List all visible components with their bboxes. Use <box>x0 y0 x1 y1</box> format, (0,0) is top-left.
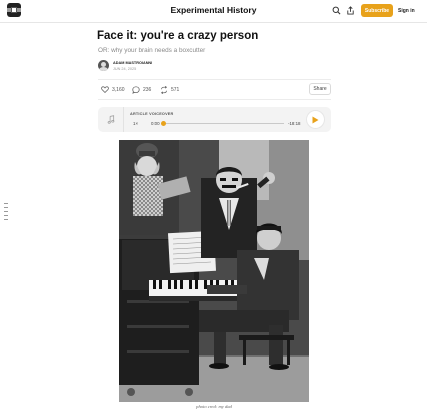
search-icon[interactable] <box>331 5 342 16</box>
restack-icon <box>160 85 168 94</box>
remaining-time: -18:18 <box>288 121 301 126</box>
music-note-icon <box>98 107 124 132</box>
subscribe-button[interactable]: Subscribe <box>361 4 393 17</box>
article-voiceover-player: ARTICLE VOICEOVER 1× 0:00 -18:18 <box>98 107 331 132</box>
outline-toggle-icon[interactable] <box>4 203 8 223</box>
post-title: Face it: you're a crazy person <box>97 30 259 42</box>
current-time: 0:00 <box>151 121 160 126</box>
progress-track[interactable] <box>164 123 284 124</box>
divider <box>98 99 331 100</box>
post-subtitle: OR: why your brain needs a boxcutter <box>98 47 206 54</box>
divider <box>98 79 331 80</box>
comment-count: 236 <box>143 86 152 93</box>
progress-knob[interactable] <box>161 121 166 126</box>
like-button[interactable]: 3,160 <box>101 84 125 95</box>
comment-bubble-icon <box>132 85 140 94</box>
comments-button[interactable]: 236 <box>132 84 151 95</box>
sign-in-link[interactable]: Sign in <box>398 4 415 17</box>
playback-speed-button[interactable]: 1× <box>133 121 138 126</box>
author-avatar[interactable] <box>98 60 109 71</box>
voiceover-label: ARTICLE VOICEOVER <box>130 112 174 116</box>
share-out-icon[interactable] <box>345 5 356 16</box>
share-button[interactable]: Share <box>309 83 331 95</box>
author-name[interactable]: ADAM MASTROIANNI <box>113 61 152 65</box>
heart-icon <box>101 86 109 93</box>
restack-count: 571 <box>171 86 180 93</box>
article-photo[interactable] <box>119 140 309 402</box>
restack-button[interactable]: 571 <box>160 84 179 95</box>
play-icon <box>312 116 319 123</box>
like-count: 3,160 <box>112 86 125 93</box>
play-button[interactable] <box>307 111 324 128</box>
top-navigation-bar: Experimental History Subscribe Sign in <box>0 0 427 23</box>
photo-caption: photo cred: my dad <box>196 404 232 409</box>
post-date: JUN 24, 2025 <box>113 67 137 71</box>
